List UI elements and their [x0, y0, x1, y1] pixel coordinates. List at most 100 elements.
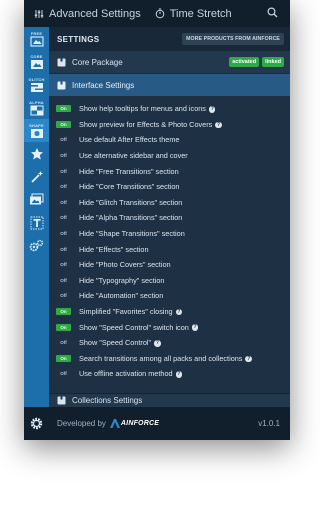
option-row[interactable]: Off Hide "Photo Covers" section: [49, 257, 290, 273]
option-label: Hide "Shape Transitions" section: [79, 229, 185, 239]
footer-bar: Developed by AINFORCE v1.0.1: [24, 407, 290, 440]
toggle-off[interactable]: Off: [56, 276, 71, 284]
sidebar-item-automation[interactable]: [24, 234, 49, 257]
toggle-off[interactable]: Off: [56, 183, 71, 191]
sidebar-item-favorites[interactable]: [24, 142, 49, 165]
help-icon[interactable]: ?: [208, 106, 216, 113]
option-label: Simplified "Favorites" closing?: [79, 307, 183, 317]
options-list: On Show help tooltips for menus and icons…: [49, 96, 290, 382]
time-stretch-tab[interactable]: Time Stretch: [141, 0, 232, 27]
collections-settings-header[interactable]: Collections Settings: [49, 393, 290, 407]
activated-badge: activated: [229, 57, 260, 67]
option-label: Hide "Core Transitions" section: [79, 182, 180, 192]
toggle-off[interactable]: Off: [56, 339, 71, 347]
option-label: Use default After Effects theme: [79, 135, 180, 145]
advanced-settings-label: Advanced Settings: [49, 7, 141, 20]
interface-settings-label: Interface Settings: [72, 80, 135, 90]
ainforce-logo-icon: [109, 419, 120, 428]
core-icon: [30, 59, 43, 69]
toggle-off[interactable]: Off: [56, 245, 71, 253]
help-icon[interactable]: ?: [191, 324, 199, 331]
toggle-off[interactable]: Off: [56, 214, 71, 222]
option-label: Show help tooltips for menus and icons?: [79, 104, 216, 114]
plugin-panel: Advanced Settings Time Stretch FREE CORE: [24, 0, 290, 440]
settings-gear-button[interactable]: [24, 407, 49, 440]
toggle-off[interactable]: Off: [56, 167, 71, 175]
help-icon[interactable]: ?: [175, 308, 183, 316]
option-label: Hide "Free Transitions" section: [79, 166, 179, 176]
option-label: Hide "Automation" section: [79, 291, 164, 301]
toggle-on[interactable]: On: [56, 105, 71, 113]
option-row[interactable]: Off Hide "Core Transitions" section: [49, 179, 290, 195]
linked-badge: linked: [262, 57, 284, 67]
sidebar-item-alpha[interactable]: ALPHA: [24, 96, 49, 119]
option-row[interactable]: Off Hide "Glitch Transitions" section: [49, 195, 290, 211]
help-icon[interactable]: ?: [154, 340, 161, 347]
sidebar-item-effects[interactable]: [24, 165, 49, 188]
help-icon[interactable]: ?: [245, 355, 252, 363]
photo-icon: [30, 193, 44, 205]
option-row[interactable]: Off Hide "Effects" section: [49, 241, 290, 257]
shape-icon: [30, 128, 43, 138]
option-row[interactable]: Off Hide "Shape Transitions" section: [49, 226, 290, 242]
toggle-off[interactable]: Off: [56, 136, 71, 144]
option-row[interactable]: Off Hide "Automation" section: [49, 288, 290, 304]
option-row[interactable]: On Search transitions among all packs and…: [49, 351, 290, 367]
ainforce-brand-name: AINFORCE: [120, 420, 160, 427]
option-row[interactable]: On Show help tooltips for menus and icons…: [49, 101, 290, 117]
toggle-off[interactable]: Off: [56, 152, 71, 160]
alpha-icon: [30, 105, 43, 115]
option-row[interactable]: On Simplified "Favorites" closing?: [49, 304, 290, 320]
option-label: Use offline activation method?: [79, 369, 183, 379]
toggle-off[interactable]: Off: [56, 261, 71, 269]
sidebar-item-core[interactable]: CORE: [24, 50, 49, 73]
toggle-off[interactable]: Off: [56, 198, 71, 206]
sidebar-item-free[interactable]: FREE: [24, 27, 49, 50]
interface-settings-header[interactable]: Interface Settings: [49, 74, 290, 96]
search-icon[interactable]: [267, 7, 278, 18]
option-label: Hide "Photo Covers" section: [79, 260, 171, 270]
toggle-on[interactable]: On: [56, 323, 71, 331]
category-sidebar: FREE CORE GLITCH ALPHA SHAPE: [24, 27, 49, 407]
more-products-button[interactable]: MORE PRODUCTS FROM AINFORCE: [182, 33, 284, 45]
option-row[interactable]: Off Use default After Effects theme: [49, 132, 290, 148]
toggle-off[interactable]: Off: [56, 230, 71, 238]
sidebar-item-glitch[interactable]: GLITCH: [24, 73, 49, 96]
time-stretch-label: Time Stretch: [169, 7, 232, 20]
toggle-off[interactable]: Off: [56, 292, 71, 300]
sliders-icon: [34, 9, 44, 18]
option-row[interactable]: Off Show "Speed Control"?: [49, 335, 290, 351]
option-label: Show preview for Effects & Photo Covers?: [79, 119, 222, 129]
option-row[interactable]: Off Use alternative sidebar and cover: [49, 148, 290, 164]
sidebar-item-typography[interactable]: [24, 211, 49, 234]
developed-by-label: Developed by: [57, 419, 106, 428]
option-label: Show "Speed Control" switch icon?: [79, 322, 199, 332]
core-package-row[interactable]: Core Package activated linked: [49, 51, 290, 74]
sidebar-item-photo-covers[interactable]: [24, 188, 49, 211]
toggle-on[interactable]: On: [56, 354, 71, 362]
help-icon[interactable]: ?: [175, 371, 183, 378]
option-row[interactable]: Off Hide "Alpha Transitions" section: [49, 210, 290, 226]
typography-icon: [30, 216, 43, 229]
help-icon[interactable]: ?: [215, 121, 222, 129]
stopwatch-icon: [155, 8, 165, 19]
free-icon: [29, 35, 44, 47]
ainforce-logo[interactable]: AINFORCE: [109, 419, 160, 428]
option-row[interactable]: On Show preview for Effects & Photo Cover…: [49, 117, 290, 133]
option-label: Use alternative sidebar and cover: [79, 151, 188, 161]
option-row[interactable]: Off Use offline activation method?: [49, 366, 290, 382]
sidebar-item-shape[interactable]: SHAPE: [24, 119, 49, 142]
advanced-settings-tab[interactable]: Advanced Settings: [24, 0, 141, 27]
package-icon: [57, 81, 66, 89]
package-icon: [57, 396, 66, 405]
automation-gear-icon: [29, 239, 44, 251]
option-row[interactable]: Off Hide "Typography" section: [49, 273, 290, 289]
option-row[interactable]: On Show "Speed Control" switch icon?: [49, 319, 290, 335]
option-label: Hide "Glitch Transitions" section: [79, 197, 183, 207]
option-row[interactable]: Off Hide "Free Transitions" section: [49, 163, 290, 179]
star-icon: [30, 147, 43, 159]
toggle-on[interactable]: On: [56, 120, 71, 128]
toggle-on[interactable]: On: [56, 308, 71, 316]
toggle-off[interactable]: Off: [56, 370, 71, 378]
package-icon: [57, 58, 66, 66]
